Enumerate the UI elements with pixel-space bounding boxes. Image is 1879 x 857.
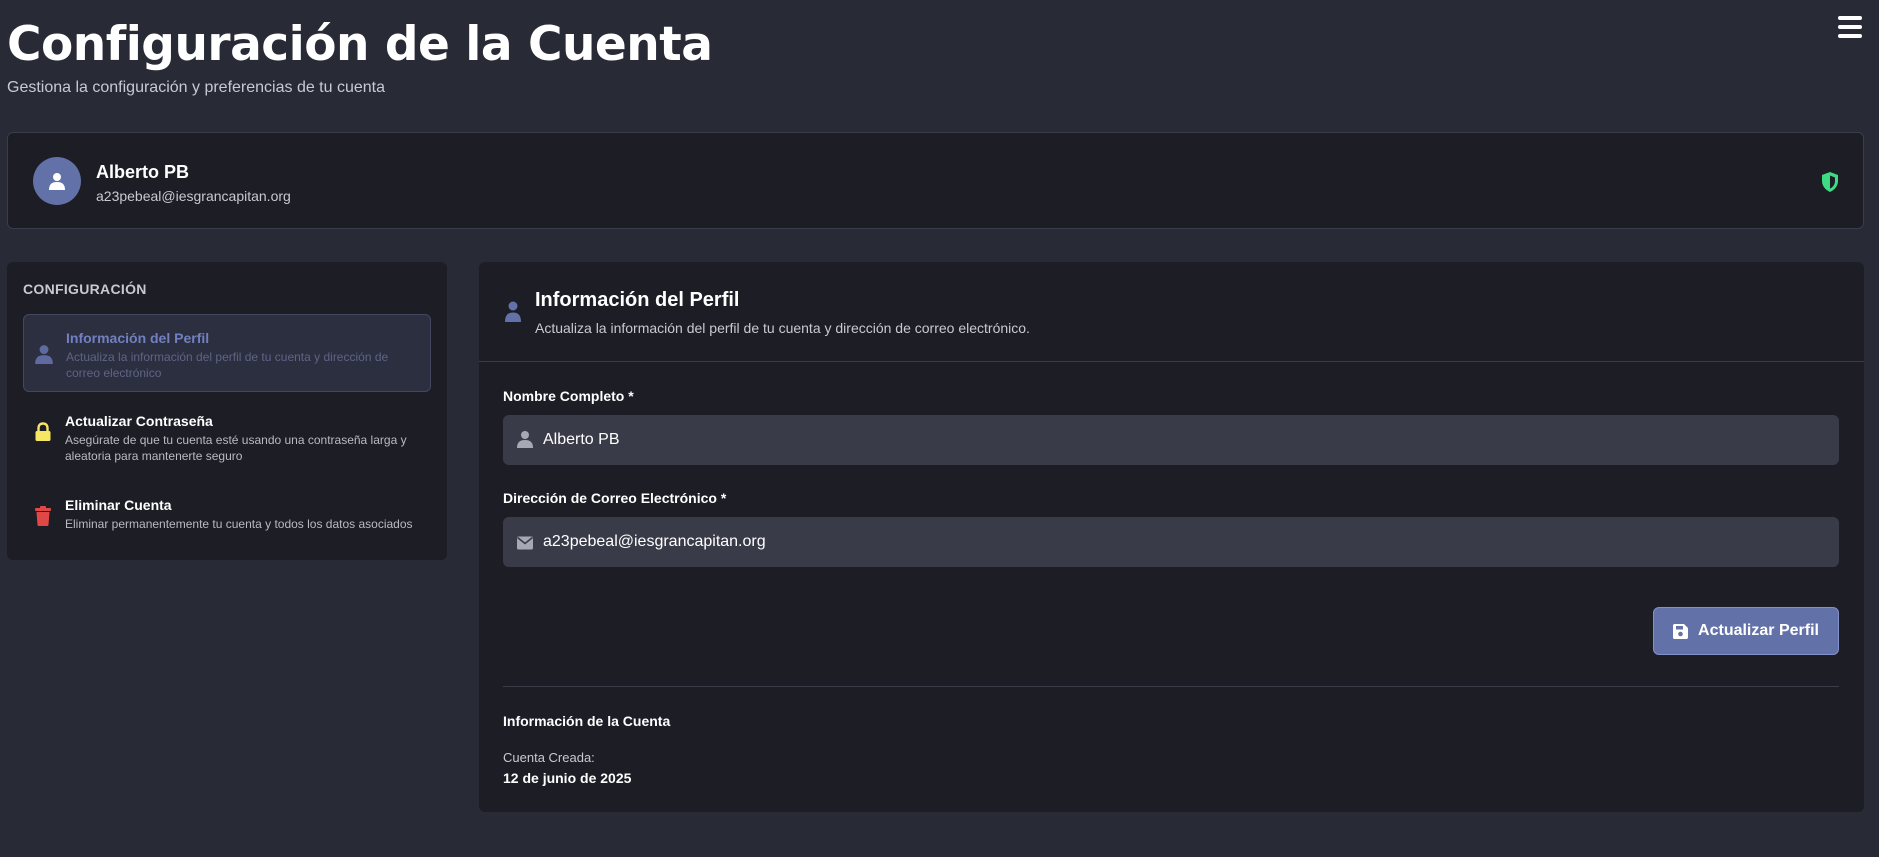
sidebar-item-description: Asegúrate de que tu cuenta esté usando u… (65, 433, 407, 463)
sidebar-item-title: Eliminar Cuenta (65, 497, 172, 513)
user-icon (49, 173, 65, 190)
user-icon (517, 431, 533, 448)
hamburger-menu-icon[interactable] (1838, 16, 1862, 38)
user-email: a23pebeal@iesgrancapitan.org (96, 188, 291, 204)
sidebar-item-title: Información del Perfil (66, 330, 210, 346)
sidebar-item-password[interactable]: Actualizar Contraseña Asegúrate de que t… (23, 398, 431, 470)
shield-icon (1822, 172, 1838, 192)
panel-header: Información del Perfil Actualiza la info… (479, 262, 1864, 362)
floppy-disk-icon (1673, 623, 1689, 639)
update-profile-button[interactable]: Actualizar Perfil (1653, 607, 1839, 655)
trash-icon (35, 506, 51, 526)
profile-panel: Información del Perfil Actualiza la info… (479, 262, 1864, 812)
email-field-label: Dirección de Correo Electrónico * (503, 490, 727, 506)
user-icon (505, 301, 521, 322)
envelope-icon (517, 536, 533, 550)
name-field-label: Nombre Completo * (503, 388, 634, 404)
sidebar-item-profile[interactable]: Información del Perfil Actualiza la info… (23, 314, 431, 392)
page-title: Configuración de la Cuenta (7, 17, 713, 72)
user-card: Alberto PB a23pebeal@iesgrancapitan.org (7, 132, 1864, 229)
name-field[interactable] (503, 415, 1839, 465)
panel-description: Actualiza la información del perfil de t… (535, 320, 1030, 336)
sidebar-item-description: Eliminar permanentemente tu cuenta y tod… (65, 517, 413, 531)
sidebar-heading: CONFIGURACIÓN (23, 281, 147, 297)
user-icon (35, 345, 53, 364)
panel-title: Información del Perfil (535, 289, 740, 311)
settings-sidebar: CONFIGURACIÓN Información del Perfil Act… (7, 262, 447, 560)
account-created-label: Cuenta Creada: (503, 750, 595, 765)
sidebar-item-title: Actualizar Contraseña (65, 413, 213, 429)
name-input[interactable] (543, 415, 1823, 465)
sidebar-item-description: Actualiza la información del perfil de t… (66, 350, 389, 380)
email-input[interactable] (543, 517, 1823, 567)
account-created-value: 12 de junio de 2025 (503, 770, 632, 786)
avatar (33, 157, 81, 205)
sidebar-item-delete-account[interactable]: Eliminar Cuenta Eliminar permanentemente… (23, 482, 431, 542)
email-field[interactable] (503, 517, 1839, 567)
account-info-title: Información de la Cuenta (503, 713, 671, 729)
divider (503, 686, 1839, 687)
user-name: Alberto PB (96, 162, 190, 182)
lock-icon (35, 422, 51, 441)
page-subtitle: Gestiona la configuración y preferencias… (7, 79, 386, 96)
update-profile-label: Actualizar Perfil (1698, 622, 1819, 639)
